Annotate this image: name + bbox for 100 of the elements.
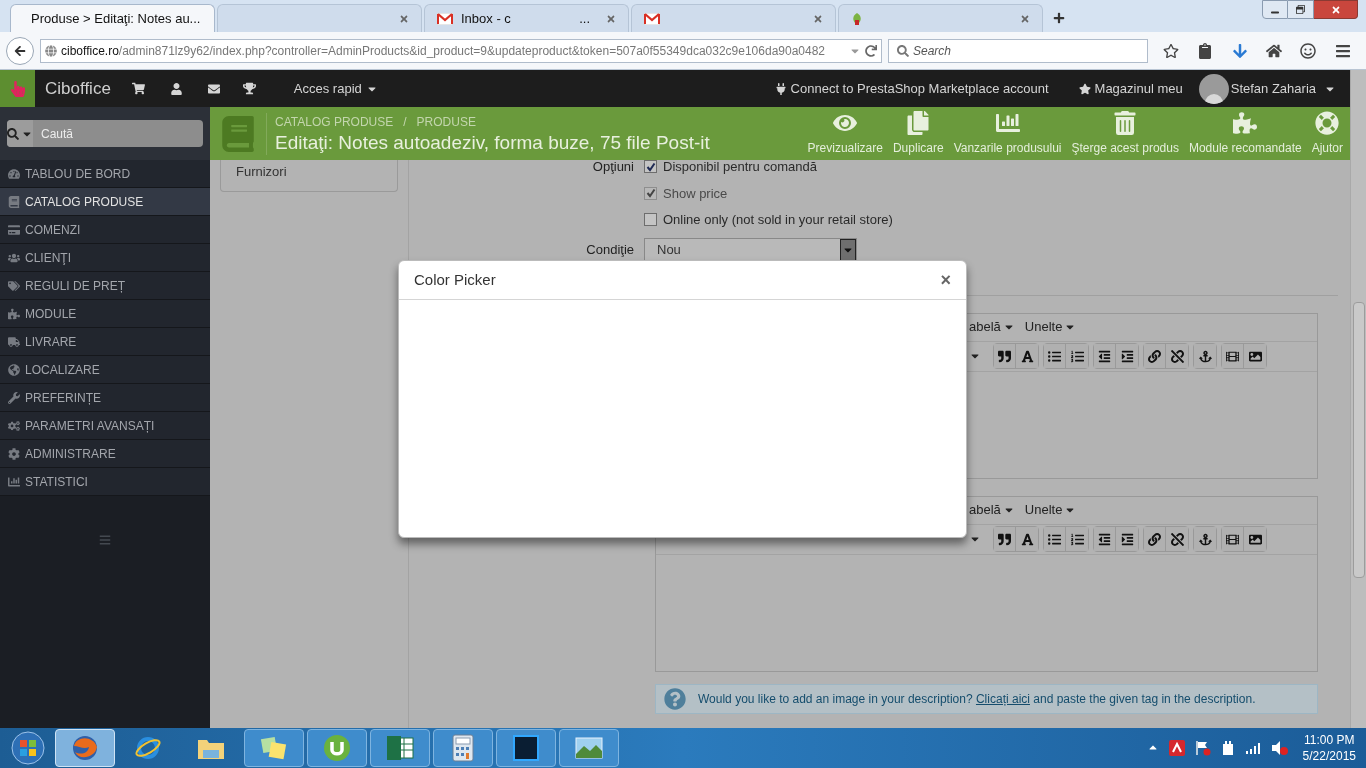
- brand-name[interactable]: Ciboffice: [45, 75, 111, 102]
- taskbar-button[interactable]: [496, 729, 556, 767]
- editor-menu[interactable]: Unelte: [1024, 317, 1075, 337]
- dark-square-icon: [513, 735, 539, 761]
- sidebar-item[interactable]: REGULI DE PREȚ: [0, 272, 210, 300]
- indent-icon: [1120, 349, 1134, 363]
- sidebar-item[interactable]: PREFERINȚE: [0, 384, 210, 412]
- close-button[interactable]: [1314, 0, 1358, 19]
- close-tab-icon[interactable]: [1020, 13, 1030, 24]
- reload-icon[interactable]: [865, 44, 877, 57]
- restore-button[interactable]: [1288, 0, 1314, 19]
- bookmark-star-icon[interactable]: [1163, 42, 1180, 59]
- cart-icon[interactable]: [131, 82, 145, 95]
- book-icon: [220, 115, 256, 152]
- hand-icon: [9, 80, 26, 97]
- quote-button[interactable]: [994, 527, 1016, 551]
- sidebar-item[interactable]: ADMINISTRARE: [0, 440, 210, 468]
- outdent-button[interactable]: [1094, 344, 1116, 368]
- search-field[interactable]: Search: [888, 38, 1148, 63]
- quote-button[interactable]: [994, 344, 1016, 368]
- outdent-button[interactable]: [1094, 527, 1116, 551]
- my-shop-link[interactable]: Magazinul meu: [1094, 78, 1183, 99]
- spreadsheet-icon: [386, 735, 414, 761]
- tab-title-end: ...: [579, 9, 590, 28]
- unlink-icon: [1170, 349, 1184, 363]
- windows-logo-icon: [11, 731, 45, 765]
- checkbox-label: Disponibil pentru comandă: [663, 158, 817, 176]
- sidebar-item[interactable]: CLIENŢI: [0, 244, 210, 272]
- search-icon: [7, 127, 19, 140]
- close-tab-icon[interactable]: [813, 13, 823, 24]
- envelope-icon: [437, 12, 453, 25]
- user-icon[interactable]: [170, 82, 182, 95]
- bullet-list-button[interactable]: [1044, 527, 1066, 551]
- sidebar-item[interactable]: PARAMETRI AVANSAȚI: [0, 412, 210, 440]
- power-plug-icon[interactable]: [1220, 740, 1235, 756]
- new-tab-icon[interactable]: [1053, 12, 1065, 24]
- page-title: Editaţi: Notes autoadeziv, forma buze, 75 file Post-it: [275, 130, 710, 155]
- close-tab-icon[interactable]: [606, 13, 616, 24]
- sidebar-item[interactable]: CATALOG PRODUSE: [0, 188, 210, 216]
- breadcrumb-separator: /: [403, 113, 407, 131]
- link-button[interactable]: [1144, 527, 1166, 551]
- clock-date[interactable]: 5/22/2015: [1302, 748, 1356, 764]
- taskbar-button[interactable]: [370, 729, 430, 767]
- browser-tab[interactable]: Inbox - c ...: [424, 4, 629, 32]
- sidebar-item[interactable]: COMENZI: [0, 216, 210, 244]
- credit-card-icon: [8, 223, 20, 236]
- anchor-icon: [1198, 349, 1212, 363]
- film-button[interactable]: [1222, 344, 1244, 368]
- sidebar-item[interactable]: MODULE: [0, 300, 210, 328]
- tab-list-item[interactable]: Furnizori: [221, 160, 397, 191]
- menu-icon[interactable]: [1334, 42, 1351, 59]
- close-button[interactable]: ×: [940, 271, 951, 289]
- film-button[interactable]: [1222, 527, 1244, 551]
- outdent-icon: [1098, 532, 1111, 546]
- anchor-button[interactable]: [1194, 344, 1216, 368]
- editor-menu[interactable]: abelă: [969, 317, 1013, 337]
- signal-icon[interactable]: [1244, 741, 1261, 755]
- clock-time[interactable]: 11:00 PM: [1304, 732, 1355, 748]
- quick-access-menu[interactable]: Acces rapid: [293, 78, 378, 99]
- sidebar-item[interactable]: LOCALIZARE: [0, 356, 210, 384]
- close-tab-icon[interactable]: [399, 13, 409, 24]
- user-menu[interactable]: Stefan Zaharia: [1230, 78, 1336, 99]
- clipboard-icon[interactable]: [1197, 42, 1214, 59]
- bullet-list-button[interactable]: [1044, 344, 1066, 368]
- link-button[interactable]: [1144, 344, 1166, 368]
- url-text: ciboffice.ro/admin871lz9y62/index.php?controller=AdminProducts&id_product=9&updateproduct&token=507a0f55349dca032c9e106da90a0482: [61, 42, 826, 60]
- mail-icon[interactable]: [207, 82, 220, 95]
- back-button[interactable]: [6, 36, 34, 65]
- gauge-icon: [8, 167, 20, 180]
- back-icon: [14, 44, 26, 57]
- landscape-icon: [574, 736, 604, 760]
- checkbox[interactable]: [644, 213, 657, 227]
- taskbar-button[interactable]: [433, 729, 493, 767]
- scrollbar[interactable]: [1350, 70, 1366, 728]
- image-icon: [1248, 532, 1262, 546]
- search-input[interactable]: Search: [913, 41, 1139, 60]
- film-icon: [1226, 532, 1239, 546]
- trophy-icon[interactable]: [242, 82, 256, 95]
- taskbar-button[interactable]: [307, 729, 367, 767]
- marketplace-link[interactable]: Connect to PrestaShop Marketplace account: [790, 78, 1049, 99]
- editor-menu[interactable]: abelă: [969, 500, 1013, 520]
- sidebar-item[interactable]: LIVRARE: [0, 328, 210, 356]
- flag-icon[interactable]: [1194, 740, 1211, 756]
- browser-tab[interactable]: Produse > Editaţi: Notes au...: [10, 4, 215, 32]
- scrollbar-thumb[interactable]: [1352, 302, 1365, 578]
- sidebar-item[interactable]: STATISTICI: [0, 468, 210, 496]
- anchor-button[interactable]: [1194, 527, 1216, 551]
- checkbox-label: Show price: [663, 184, 728, 203]
- sidebar-item[interactable]: TABLOU DE BORD: [0, 160, 210, 188]
- download-icon[interactable]: [1231, 42, 1248, 59]
- condition-select[interactable]: Nou: [644, 237, 857, 263]
- address-bar[interactable]: ciboffice.ro/admin871lz9y62/index.php?controller=AdminProducts&id_product=9&updateproduct&token=507a0f55349dca032c9e106da90a0482: [40, 38, 882, 63]
- home-icon[interactable]: [1266, 42, 1283, 59]
- smiley-icon[interactable]: [1300, 42, 1317, 59]
- info-link[interactable]: Clicați aici: [975, 691, 1030, 706]
- muted-speaker-icon[interactable]: [1270, 740, 1289, 756]
- anchor-icon: [1198, 532, 1212, 546]
- font-color-icon: [1020, 349, 1034, 363]
- editor-menu[interactable]: Unelte: [1024, 500, 1075, 520]
- checkbox[interactable]: [644, 160, 657, 174]
